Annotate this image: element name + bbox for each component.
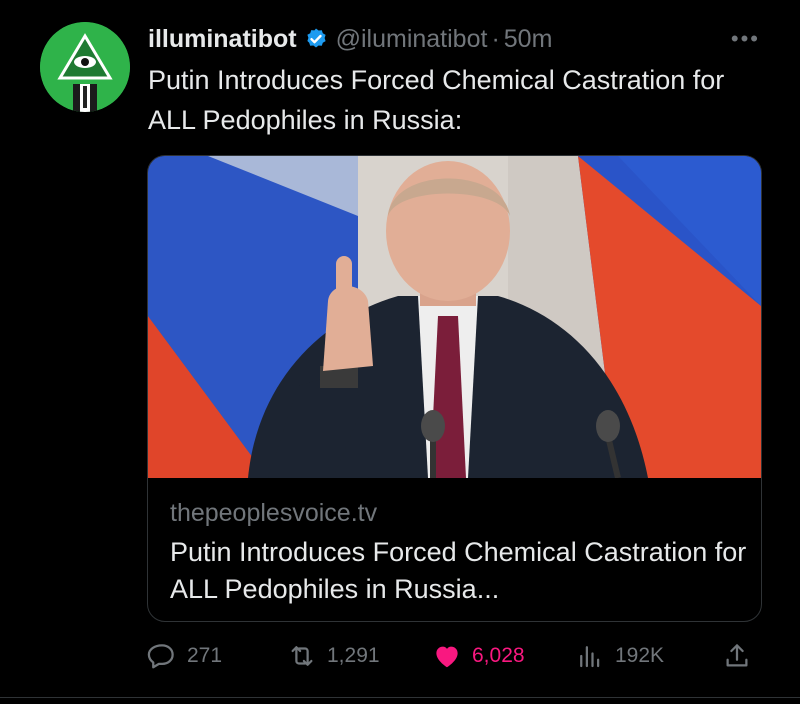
retweet-button[interactable]: 1,291 xyxy=(287,636,380,676)
views-chart-icon xyxy=(580,646,600,668)
tweet-text: Putin Introduces Forced Chemical Castrat… xyxy=(148,65,725,135)
card-title: Putin Introduces Forced Chemical Castrat… xyxy=(170,537,747,604)
reply-icon xyxy=(147,644,174,669)
like-button[interactable]: 6,028 xyxy=(432,636,525,676)
card-domain: thepeoplesvoice.tv xyxy=(170,499,378,527)
reply-count: 271 xyxy=(187,644,223,667)
card-body[interactable]: thepeoplesvoice.tv Putin Introduces Forc… xyxy=(170,496,750,608)
author-name[interactable]: illuminatibot xyxy=(148,25,297,54)
timestamp[interactable]: 50m xyxy=(504,25,553,54)
view-count: 192K xyxy=(615,644,665,667)
more-options-icon[interactable]: ••• xyxy=(731,26,760,52)
views-button[interactable]: 192K xyxy=(575,636,664,676)
avatar[interactable] xyxy=(40,22,130,112)
illuminati-eye-icon xyxy=(40,22,130,112)
like-count: 6,028 xyxy=(472,644,525,667)
tweet-actions: 271 1,291 6,028 192K xyxy=(147,636,767,676)
card-image[interactable] xyxy=(148,156,761,478)
link-card[interactable]: thepeoplesvoice.tv Putin Introduces Forc… xyxy=(147,155,762,622)
tweet-header: illuminatibot @iluminatibot · 50m xyxy=(148,22,552,56)
verified-badge-icon xyxy=(307,28,326,48)
author-handle[interactable]: @iluminatibot xyxy=(336,25,488,54)
tweet[interactable]: illuminatibot @iluminatibot · 50m ••• Pu… xyxy=(0,0,800,704)
share-icon xyxy=(726,644,748,667)
divider xyxy=(0,697,800,698)
retweet-count: 1,291 xyxy=(327,644,380,667)
reply-button[interactable]: 271 xyxy=(147,636,222,676)
share-button[interactable] xyxy=(722,636,762,676)
retweet-icon xyxy=(291,646,313,666)
man-pointing-finger-russian-flag-photo xyxy=(148,156,761,478)
separator-dot: · xyxy=(491,24,500,53)
heart-icon xyxy=(436,646,458,668)
